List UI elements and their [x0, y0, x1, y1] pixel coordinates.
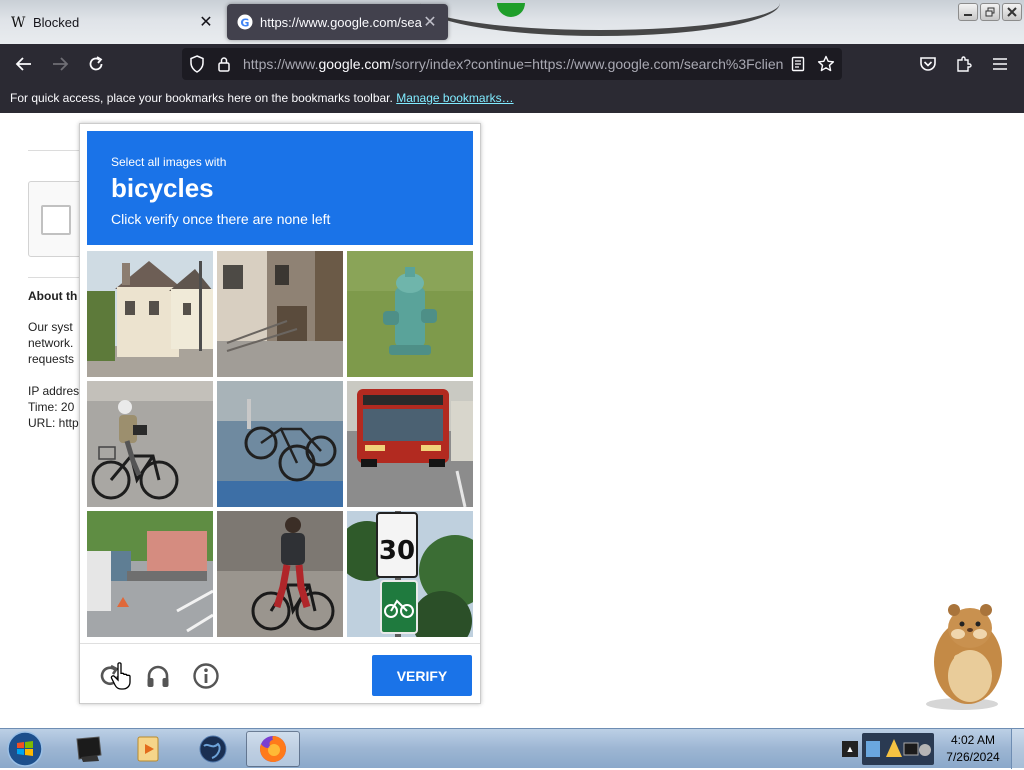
image-tile-fire-hydrant[interactable] [347, 251, 473, 377]
extensions-icon[interactable] [952, 52, 976, 76]
url-text[interactable]: https://www.google.com/sorry/index?conti… [243, 48, 783, 80]
tab-blocked[interactable]: W Blocked ✕ [0, 4, 224, 40]
forward-arrow-icon[interactable] [48, 52, 72, 76]
start-button[interactable] [5, 730, 45, 768]
theme-decoration [420, 0, 780, 36]
display-icon [903, 742, 919, 756]
body-text-line: Our syst [28, 320, 73, 334]
navigation-toolbar: https://www.google.com/sorry/index?conti… [0, 44, 1024, 84]
image-tile-parked-bicycles[interactable] [217, 381, 343, 507]
window-controls [958, 3, 1022, 21]
restore-icon[interactable] [980, 3, 1000, 21]
tab-title: https://www.google.com/search [260, 14, 422, 30]
taskbar-app-monitor[interactable] [62, 731, 116, 767]
body-text-line: network. [28, 336, 74, 350]
image-tile-building-entrance[interactable] [217, 251, 343, 377]
taskbar-app-firefox[interactable] [246, 731, 300, 767]
help-info-icon[interactable] [188, 658, 224, 694]
speed-limit-number: 30 [379, 536, 415, 566]
image-tile-street-scene[interactable] [87, 511, 213, 637]
audio-challenge-icon[interactable] [140, 658, 176, 694]
volume-icon [919, 744, 931, 756]
svg-text:W: W [11, 15, 26, 30]
bookmarks-toolbar: For quick access, place your bookmarks h… [0, 84, 1024, 113]
body-text-line: requests [28, 352, 75, 366]
recaptcha-checkbox[interactable] [41, 205, 71, 235]
minimize-icon[interactable] [958, 3, 978, 21]
reader-view-icon[interactable] [786, 52, 810, 76]
ip-address-line: IP addres [28, 384, 80, 398]
captcha-challenge: Select all images with bicycles Click ve… [79, 123, 481, 704]
google-icon: G [237, 14, 253, 30]
close-tab-icon[interactable]: ✕ [198, 12, 214, 32]
close-window-icon[interactable] [1002, 3, 1022, 21]
shield-icon[interactable] [185, 52, 209, 76]
taskbar-app-media-player[interactable] [122, 731, 176, 767]
url-bar[interactable]: https://www.google.com/sorry/index?conti… [182, 48, 842, 80]
manage-bookmarks-link[interactable]: Manage bookmarks… [396, 91, 513, 105]
instruction-prefix: Select all images with [111, 155, 227, 169]
hand-cursor-icon [110, 662, 131, 690]
image-grid: 30 [87, 251, 473, 637]
url-line: URL: http [28, 416, 79, 430]
bookmarks-message: For quick access, place your bookmarks h… [10, 91, 393, 105]
reload-icon[interactable] [84, 52, 108, 76]
footer-divider [80, 643, 480, 644]
url-host: google.com [318, 56, 391, 72]
tray-icon-group [862, 733, 934, 765]
tab-strip: W Blocked ✕ G https://www.google.com/sea… [0, 0, 1024, 44]
wikipedia-icon: W [10, 14, 26, 30]
verify-button[interactable]: VERIFY [372, 655, 472, 696]
lock-icon[interactable] [212, 52, 236, 76]
url-path: /sorry/index?continue=https://www.google… [390, 56, 783, 72]
image-tile-red-bus[interactable] [347, 381, 473, 507]
about-heading: About th [28, 289, 78, 303]
url-prefix: https://www. [243, 56, 319, 72]
bookmark-star-icon[interactable] [814, 52, 838, 76]
image-tile-house-street[interactable] [87, 251, 213, 377]
close-tab-icon[interactable]: ✕ [422, 12, 438, 32]
image-tile-cyclist-red-pants[interactable] [217, 511, 343, 637]
taskbar: ▲ 4:02 AM 7/26/2024 [0, 728, 1024, 769]
challenge-header: Select all images with bicycles Click ve… [87, 131, 473, 245]
taskbar-app-globe[interactable] [186, 731, 240, 767]
system-clock[interactable]: 4:02 AM 7/26/2024 [938, 732, 1008, 766]
instruction-suffix: Click verify once there are none left [111, 211, 331, 227]
system-tray: ▲ 4:02 AM 7/26/2024 [840, 729, 1024, 769]
image-tile-speed-sign-30[interactable]: 30 [347, 511, 473, 637]
network-icon [866, 741, 880, 757]
back-arrow-icon[interactable] [12, 52, 36, 76]
clock-date: 7/26/2024 [946, 750, 1000, 764]
warning-icon [886, 739, 902, 757]
svg-text:G: G [240, 16, 249, 29]
show-hidden-icons-icon[interactable]: ▲ [842, 741, 858, 757]
tab-title: Blocked [33, 14, 80, 30]
menu-icon[interactable] [988, 52, 1012, 76]
time-line: Time: 20 [28, 400, 75, 414]
show-desktop-button[interactable] [1011, 729, 1024, 769]
clock-time: 4:02 AM [950, 733, 996, 747]
image-tile-person-on-bicycle[interactable] [87, 381, 213, 507]
pocket-icon[interactable] [916, 52, 940, 76]
tab-google-search[interactable]: G https://www.google.com/search ✕ [227, 4, 448, 40]
instruction-object: bicycles [111, 173, 214, 203]
hamster-mascot [926, 604, 1002, 710]
